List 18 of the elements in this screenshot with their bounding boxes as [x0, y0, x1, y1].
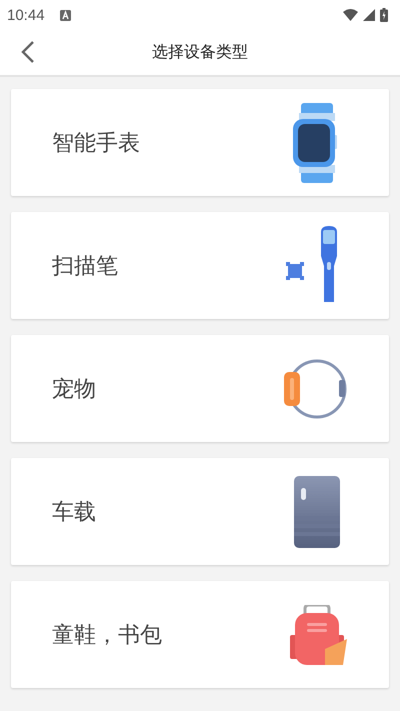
- device-type-card[interactable]: 童鞋，书包: [11, 581, 389, 688]
- device-type-label: 童鞋，书包: [52, 622, 162, 650]
- device-type-card[interactable]: 车载: [11, 458, 389, 565]
- device-type-label: 智能手表: [52, 130, 140, 158]
- device-type-label: 宠物: [52, 376, 96, 404]
- back-icon[interactable]: [21, 40, 35, 64]
- page-title: 选择设备类型: [152, 42, 248, 63]
- battery-icon: [380, 8, 388, 22]
- device-type-card[interactable]: 智能手表: [11, 89, 389, 196]
- notification-icon: [60, 10, 71, 20]
- device-type-card[interactable]: 宠物: [11, 335, 389, 442]
- device-type-label: 车载: [52, 498, 96, 526]
- device-type-label: 扫描笔: [52, 252, 118, 280]
- car-device-icon: [294, 476, 340, 548]
- status-time: 10:44: [7, 6, 45, 24]
- device-type-card[interactable]: 扫描笔: [11, 212, 389, 319]
- signal-icon: [363, 9, 375, 21]
- wifi-icon: [343, 9, 358, 21]
